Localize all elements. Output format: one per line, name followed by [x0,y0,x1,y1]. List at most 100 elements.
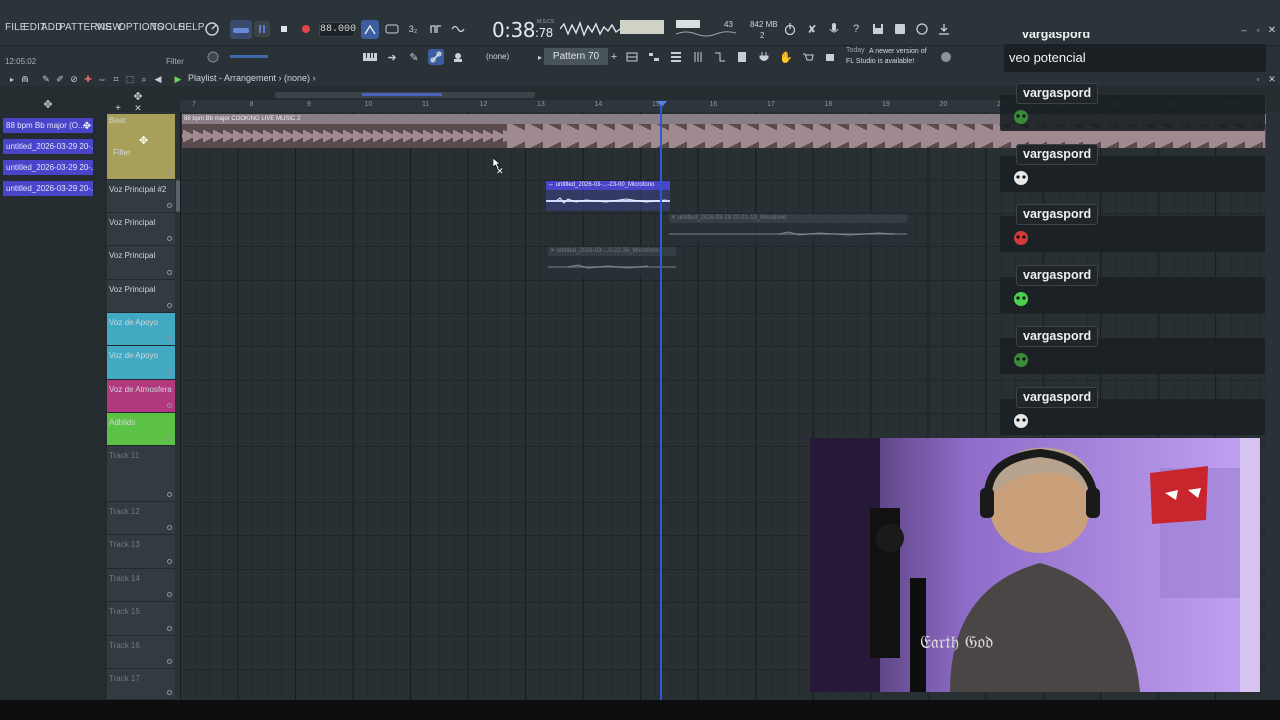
track-header[interactable]: Track 11 [107,446,175,502]
mixer-icon[interactable] [892,21,908,37]
plugin-picker-icon[interactable] [756,49,772,65]
track-mute-led-icon[interactable] [167,690,172,695]
track-mute-led-icon[interactable] [167,236,172,241]
count-in-icon[interactable]: 3₂ [405,21,421,37]
pattern-selector[interactable]: Pattern 70 [544,48,608,65]
chat-username: vargaspord [1016,204,1099,226]
playhead-line[interactable] [660,105,662,700]
track-header[interactable]: Track 15 [107,602,175,636]
chat-icon[interactable] [914,21,930,37]
loop-region-marker[interactable] [362,93,442,96]
track-name: Voz Principal #2 [109,185,167,194]
track-mute-led-icon[interactable] [167,203,172,208]
tempo-display[interactable]: 88.000 [319,22,356,37]
picker-drag-icon[interactable]: ✥ [79,118,95,134]
cart-icon[interactable] [822,49,838,65]
ruler-bar-number: 18 [824,101,833,108]
track-header[interactable]: Voz de Apoyo [107,313,175,346]
track-header[interactable]: Voz de Atmosfera [107,380,175,413]
typing-keyboard-icon[interactable] [361,20,379,39]
vocal-clip-3-waveform [548,264,676,269]
touch-keyboard-icon[interactable]: ✋ [778,49,794,65]
lane-divider [180,313,1266,314]
time-unit-label: M:S:CS [537,19,555,25]
track-mute-led-icon[interactable] [167,303,172,308]
step-edit-icon[interactable] [384,21,400,37]
track-header[interactable]: Track 13 [107,535,175,569]
track-header[interactable]: Voz Principal [107,246,175,280]
channel-routing-icon[interactable] [712,49,728,65]
piano-roll-icon[interactable] [646,49,662,65]
marketplace-icon[interactable] [800,49,816,65]
fl-logo-icon[interactable] [938,49,954,65]
vocal-clip-3[interactable]: ✕ untitled_2026-03-...0-22-36_Microfono [548,247,676,277]
record-icon[interactable] [298,21,314,37]
stamp-icon[interactable] [450,49,466,65]
picker-item[interactable]: untitled_2026-03-29 20-... [3,139,93,154]
track-mute-led-icon[interactable] [167,659,172,664]
master-volume-slider[interactable] [230,55,268,58]
track-header[interactable]: Voz de Apoyo [107,346,175,380]
picker-item[interactable]: untitled_2026-03-29 20-... [3,160,93,175]
save-icon[interactable] [870,21,886,37]
microphone-icon[interactable] [826,21,842,37]
close-window-icon[interactable]: ✕ [1264,22,1280,38]
export-icon[interactable] [936,21,952,37]
vocal-clip-2[interactable]: ✕ untitled_2026-03-29 20-21-13_Microfono [669,214,907,244]
playlist-icon[interactable] [624,49,640,65]
playhead-marker[interactable] [657,101,667,107]
picker-resize-icon[interactable]: ✥ [40,96,56,112]
help-icon[interactable]: ? [848,21,864,37]
track-mute-led-icon[interactable] [167,170,172,175]
track-header[interactable]: Voz Principal #2 [107,180,175,213]
track-name: Track 15 [109,607,140,616]
track-mute-led-icon[interactable] [167,336,172,341]
magnet-icon[interactable]: ⋒ [17,71,33,87]
mixer-faders-icon[interactable] [690,49,706,65]
power-icon[interactable] [782,21,798,37]
news-panel[interactable]: Today A newer version of FL Studio is av… [846,47,936,69]
channel-rack-icon[interactable] [668,49,684,65]
snap-value[interactable]: (none) [486,52,509,61]
track-header[interactable]: Track 17 [107,669,175,700]
track-header[interactable]: Track 16 [107,636,175,669]
vocal-clip-1-waveform [546,197,670,204]
arrow-right-icon[interactable]: ➜ [384,49,400,65]
track-header[interactable]: Adblids [107,413,175,446]
track-mute-led-icon[interactable] [167,559,172,564]
track-mute-led-icon[interactable] [167,403,172,408]
playback-tool-icon[interactable]: ◀ [150,71,166,87]
browser-icon[interactable] [734,49,750,65]
track-header[interactable]: Track 12 [107,502,175,535]
pencil-icon[interactable]: ✎ [406,49,422,65]
menu-help[interactable]: HELP [178,22,205,33]
track-mute-led-icon[interactable] [167,492,172,497]
master-pitch-knob-icon[interactable] [205,49,221,65]
metronome-knob-icon[interactable] [204,21,220,37]
track-header[interactable]: Beat Filter ✥ [107,114,175,180]
track-header[interactable]: Voz Principal [107,280,175,313]
track-header[interactable]: Voz Principal [107,213,175,246]
track-move-icon[interactable]: ✥ [139,134,148,147]
track-mute-led-icon[interactable] [167,270,172,275]
track-mute-led-icon[interactable] [167,525,172,530]
track-mute-led-icon[interactable] [167,436,172,441]
song-pattern-toggle-icon[interactable] [230,20,252,39]
track-mute-led-icon[interactable] [167,626,172,631]
picker-item[interactable]: untitled_2026-03-29 20-... [3,181,93,196]
track-mute-led-icon[interactable] [167,592,172,597]
fx-tool-icon[interactable]: ✘ [804,21,820,37]
stop-icon[interactable] [276,21,292,37]
loop-record-icon[interactable] [428,21,444,37]
add-pattern-icon[interactable]: + [606,49,622,65]
track-mute-led-icon[interactable] [167,370,172,375]
playlist-close-icon[interactable]: ✕ [1264,71,1280,87]
link-icon[interactable] [428,49,444,65]
piano-keyboard-icon[interactable] [362,49,378,65]
pause-icon[interactable] [254,21,270,37]
ruler-bar-number: 11 [422,101,430,108]
vocal-clip-1[interactable]: ⇔ untitled_2026-03-...-23-00_Microfono [546,181,670,211]
wait-input-icon[interactable] [450,21,466,37]
track-header[interactable]: Track 14 [107,569,175,602]
time-main: 0:38 [492,18,535,42]
